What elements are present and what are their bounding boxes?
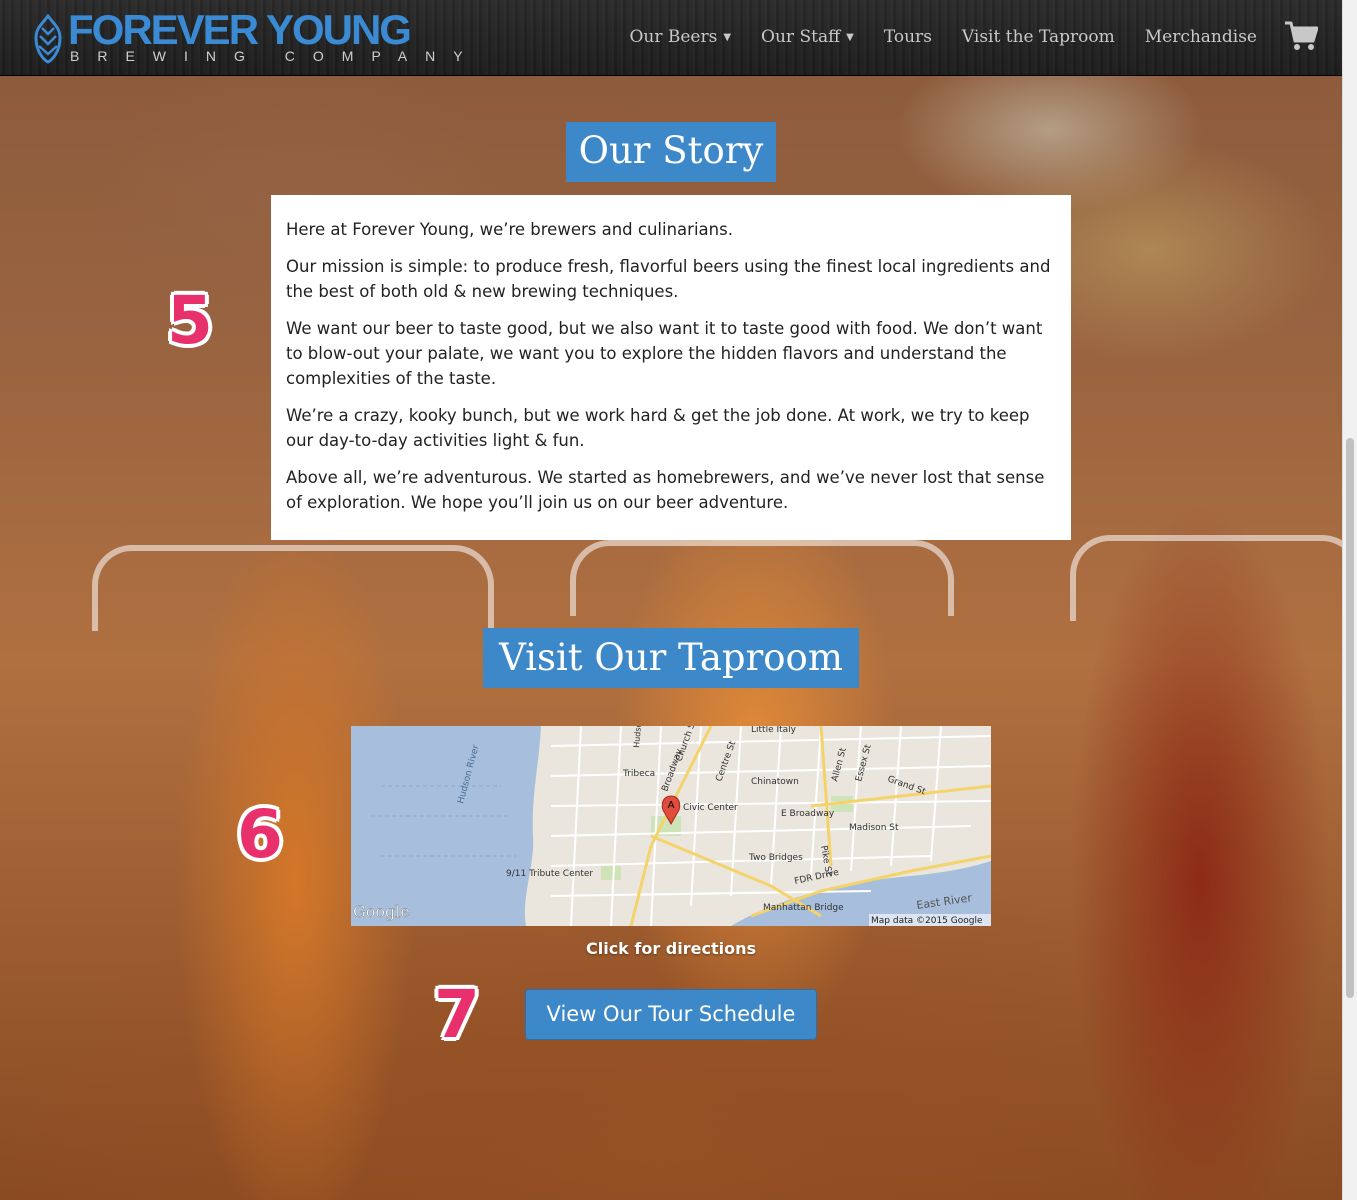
scrollbar-thumb[interactable] (1346, 438, 1354, 998)
map-marker-label: A (668, 800, 675, 811)
map-label: Madison St (849, 823, 899, 833)
top-navbar: FOREVER YOUNG BREWING COMPANY Our Beers ▼… (0, 0, 1342, 76)
nav-our-beers-label: Our Beers (629, 27, 718, 47)
annotation-number-5: 5 (167, 282, 213, 359)
caret-down-icon: ▼ (723, 31, 732, 43)
brand-name: FOREVER YOUNG (68, 6, 412, 53)
nav-our-staff[interactable]: Our Staff ▼ (746, 22, 869, 53)
street-map: A Little Italy Tribeca Chinatown Civic C… (351, 726, 991, 926)
google-logo: Google (353, 902, 410, 921)
nav-visit-taproom[interactable]: Visit the Taproom (947, 22, 1130, 53)
story-text-box: Here at Forever Young, we’re brewers and… (271, 195, 1071, 540)
map-label: Manhattan Bridge (763, 903, 844, 913)
nav-our-staff-label: Our Staff (761, 27, 841, 47)
visit-taproom-heading: Visit Our Taproom (483, 628, 859, 688)
caret-down-icon: ▼ (846, 31, 854, 43)
nav-tours[interactable]: Tours (869, 22, 947, 53)
annotation-number-7: 7 (434, 976, 480, 1053)
hop-icon (34, 14, 62, 64)
map-label: Two Bridges (748, 853, 803, 863)
map-attribution: Map data ©2015 Google (871, 916, 983, 926)
nav-merchandise[interactable]: Merchandise (1130, 22, 1272, 53)
brand-subtitle: BREWING COMPANY (70, 48, 481, 64)
story-paragraph: We’re a crazy, kooky bunch, but we work … (286, 406, 1030, 450)
story-paragraph: Our mission is simple: to produce fresh,… (286, 257, 1051, 301)
page-scrollbar[interactable] (1342, 0, 1357, 1200)
nav-our-beers[interactable]: Our Beers ▼ (614, 22, 746, 53)
map-label: 9/11 Tribute Center (506, 869, 593, 879)
taproom-map[interactable]: A Little Italy Tribeca Chinatown Civic C… (351, 726, 991, 926)
map-label: Chinatown (751, 777, 799, 787)
glass-rim-right (1070, 535, 1357, 621)
annotation-number-6: 6 (237, 796, 283, 873)
story-paragraph: Above all, we’re adventurous. We started… (286, 468, 1045, 512)
directions-link[interactable]: Click for directions (551, 939, 791, 958)
view-tour-schedule-button[interactable]: View Our Tour Schedule (525, 989, 817, 1040)
main-nav: Our Beers ▼ Our Staff ▼ Tours Visit the Ta… (614, 22, 1272, 53)
map-label: Tribeca (622, 769, 655, 779)
glass-rim-center (570, 540, 954, 616)
map-label: Civic Center (683, 803, 738, 813)
map-label: Little Italy (751, 726, 797, 735)
shopping-cart-icon[interactable] (1284, 20, 1318, 52)
glass-rim-left (92, 545, 494, 631)
story-paragraph: We want our beer to taste good, but we a… (286, 319, 1043, 388)
map-label: E Broadway (781, 809, 835, 819)
story-paragraph: Here at Forever Young, we’re brewers and… (286, 220, 733, 239)
our-story-heading: Our Story (566, 122, 776, 182)
brand-logo[interactable]: FOREVER YOUNG BREWING COMPANY (30, 6, 463, 66)
